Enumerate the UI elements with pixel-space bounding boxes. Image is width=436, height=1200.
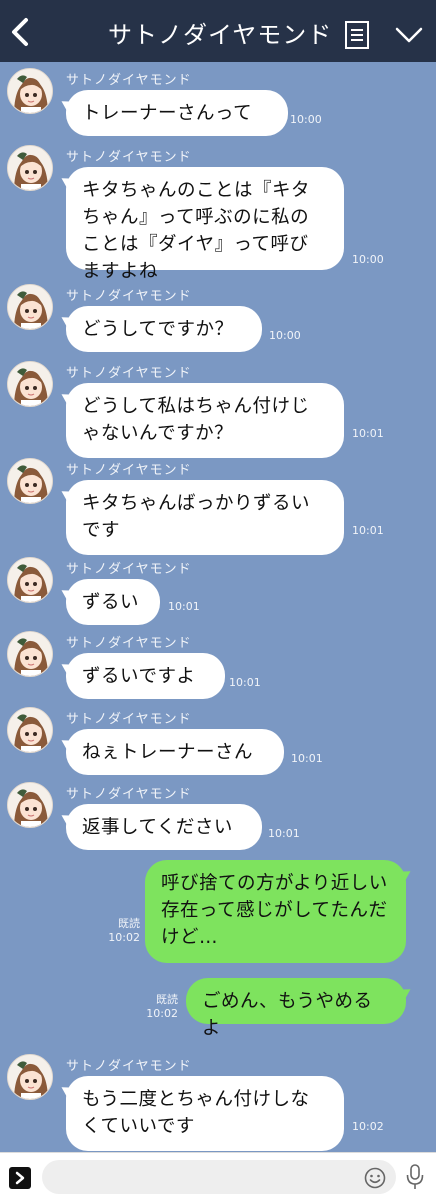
avatar-image: [8, 783, 52, 827]
avatar[interactable]: [7, 284, 53, 330]
avatar[interactable]: [7, 145, 53, 191]
message-bubble[interactable]: ねぇトレーナーさん: [66, 729, 284, 775]
sender-name: サトノダイヤモンド: [66, 289, 192, 304]
message-bubble[interactable]: ずるい: [66, 579, 160, 625]
expand-arrow-icon: [15, 1171, 25, 1185]
message-time: 10:01: [352, 427, 384, 440]
avatar-image: [8, 285, 52, 329]
sender-name: サトノダイヤモンド: [66, 150, 192, 165]
sender-name: サトノダイヤモンド: [66, 712, 192, 727]
mic-button[interactable]: [404, 1163, 426, 1191]
message-time: 10:01: [352, 524, 384, 537]
avatar[interactable]: [7, 68, 53, 114]
avatar-image: [8, 632, 52, 676]
message-bubble[interactable]: どうしてですか？: [66, 306, 262, 352]
dropdown-button[interactable]: [394, 24, 424, 46]
back-button[interactable]: [6, 14, 36, 50]
chevron-left-icon: [12, 18, 28, 46]
avatar-image: [8, 708, 52, 752]
message-bubble[interactable]: どうして私はちゃん付けじ ゃないんですか？: [66, 383, 344, 458]
read-receipt: 既読: [118, 917, 140, 930]
message-time: 10:02: [108, 931, 140, 944]
avatar[interactable]: [7, 361, 53, 407]
message-bubble-outgoing[interactable]: ごめん、もうやめるよ: [186, 978, 406, 1039]
message-time: 10:00: [290, 113, 322, 126]
message-time: 10:01: [229, 676, 261, 689]
avatar-image: [8, 1055, 52, 1099]
avatar-image: [8, 362, 52, 406]
message-time: 10:01: [168, 600, 200, 613]
avatar[interactable]: [7, 707, 53, 753]
message-time: 10:01: [291, 752, 323, 765]
message-bubble[interactable]: キタちゃんばっかりずるい です: [66, 480, 344, 555]
sender-name: サトノダイヤモンド: [66, 787, 192, 802]
avatar-image: [8, 69, 52, 113]
avatar[interactable]: [7, 1054, 53, 1100]
input-bar: [0, 1152, 436, 1200]
avatar-image: [8, 146, 52, 190]
message-bubble[interactable]: もう二度とちゃん付けしな くていいです: [66, 1076, 344, 1151]
message-input[interactable]: [42, 1160, 396, 1194]
notes-button[interactable]: [344, 20, 370, 50]
sender-name: サトノダイヤモンド: [66, 366, 192, 381]
sender-name: サトノダイヤモンド: [66, 636, 192, 651]
avatar-image: [8, 558, 52, 602]
message-time: 10:00: [269, 329, 301, 342]
sender-name: サトノダイヤモンド: [66, 562, 192, 577]
message-time: 10:00: [352, 253, 384, 266]
avatar[interactable]: [7, 782, 53, 828]
message-meta: 既読 10:02: [104, 917, 140, 945]
avatar[interactable]: [7, 458, 53, 504]
sender-name: サトノダイヤモンド: [66, 73, 192, 88]
avatar[interactable]: [7, 557, 53, 603]
microphone-icon: [406, 1164, 424, 1189]
message-bubble[interactable]: キタちゃんのことは『キタ ちゃん』って呼ぶのに私の ことは『ダイヤ』って呼び ま…: [66, 167, 344, 282]
message-time: 10:02: [146, 1007, 178, 1020]
message-bubble[interactable]: ずるいですよ: [66, 653, 225, 699]
avatar[interactable]: [7, 631, 53, 677]
message-bubble[interactable]: トレーナーさんって: [66, 90, 288, 136]
message-time: 10:02: [352, 1120, 384, 1133]
message-bubble-outgoing[interactable]: 呼び捨ての方がより近しい 存在って感じがしてたんだ けど…: [145, 860, 406, 963]
notes-icon: [345, 21, 369, 49]
chevron-down-icon: [395, 27, 423, 43]
chat-header: サトノダイヤモンド: [0, 0, 436, 62]
expand-button[interactable]: [9, 1167, 31, 1189]
message-time: 10:01: [268, 827, 300, 840]
avatar-image: [8, 459, 52, 503]
message-bubble[interactable]: 返事してください: [66, 804, 262, 850]
emoji-button[interactable]: [364, 1167, 386, 1189]
read-receipt: 既読: [156, 993, 178, 1006]
smiley-icon: [364, 1167, 386, 1189]
chat-title: サトノダイヤモンド: [108, 21, 333, 49]
sender-name: サトノダイヤモンド: [66, 1059, 192, 1074]
message-meta: 既読 10:02: [142, 993, 178, 1021]
sender-name: サトノダイヤモンド: [66, 463, 192, 478]
